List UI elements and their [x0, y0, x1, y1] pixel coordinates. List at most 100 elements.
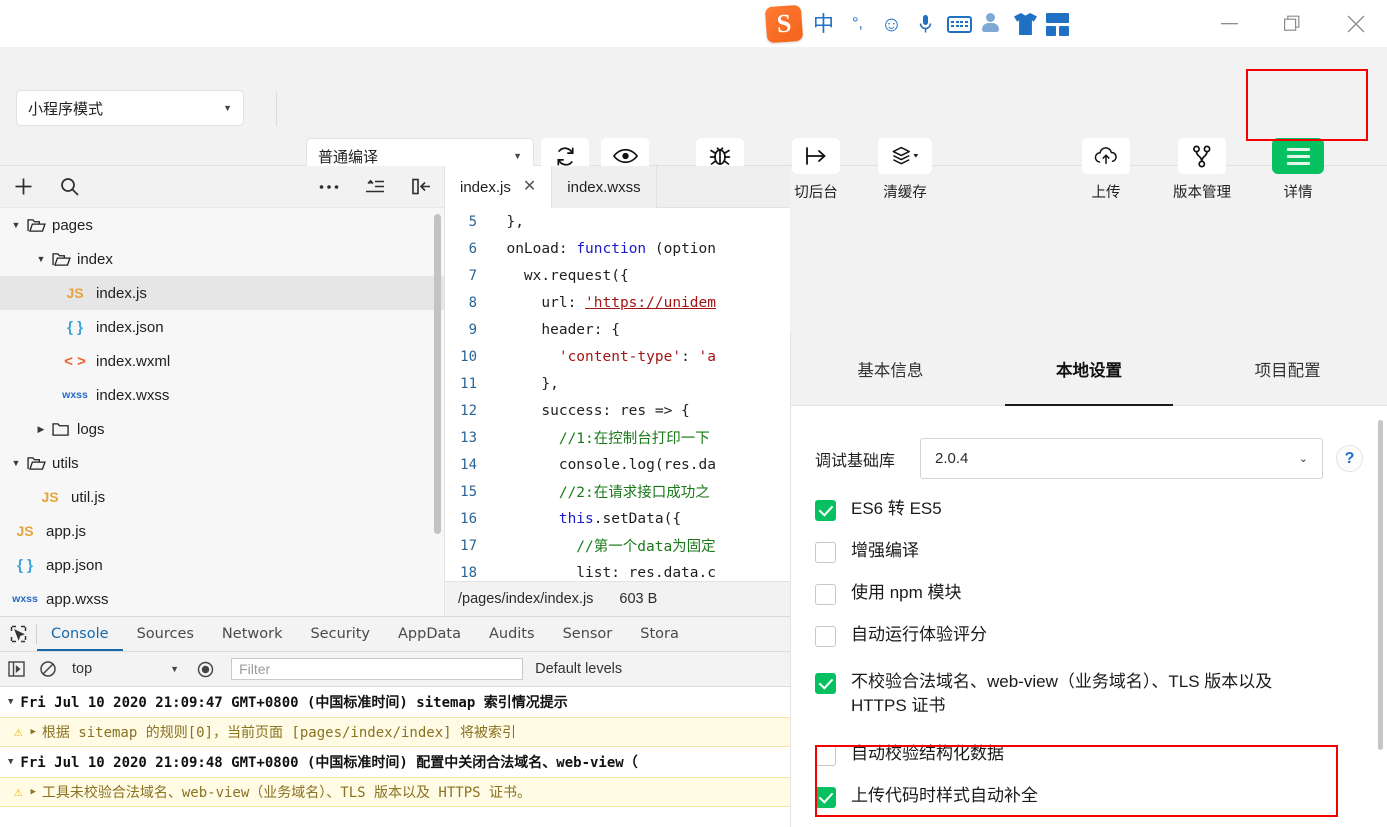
chevron-down-icon[interactable]: ▼ [8, 220, 24, 230]
checkbox-label: 自动运行体验评分 [851, 625, 987, 645]
line-number: 10 [460, 348, 477, 365]
ime-soft-keyboard-icon[interactable] [947, 15, 972, 33]
line-number: 8 [468, 294, 477, 311]
line-content: header: { [489, 321, 620, 338]
editor-tab-index-js[interactable]: index.js ✕ [445, 166, 553, 208]
minimize-button[interactable] [1198, 0, 1261, 47]
tree-file[interactable]: JS util.js [0, 480, 444, 514]
ime-skin-icon[interactable] [1014, 13, 1037, 35]
tree-folder[interactable]: ▶ logs [0, 412, 444, 446]
editor-tab-index-wxss[interactable]: index.wxss [552, 166, 657, 208]
tab-basic-info[interactable]: 基本信息 [791, 332, 990, 406]
tab-project-config[interactable]: 项目配置 [1188, 332, 1387, 406]
setting-checkbox-row[interactable]: 自动运行体验评分 [815, 623, 1363, 648]
clear-console-icon[interactable] [32, 652, 64, 687]
ime-emoji-icon[interactable]: ☺ [879, 11, 904, 37]
mode-select[interactable]: 小程序模式 ▼ [16, 90, 244, 126]
ime-user-account-icon[interactable] [981, 12, 1005, 36]
tree-item-label: index.wxml [96, 352, 171, 370]
setting-checkbox-row[interactable]: 上传代码时样式自动补全 [815, 784, 1363, 808]
line-content: success: res => { [489, 402, 690, 419]
setting-checkbox-row[interactable]: ES6 转 ES5 [815, 497, 1363, 521]
sogou-ime-toolbar: S 中 °, ☺ [764, 2, 1069, 46]
search-icon[interactable] [46, 166, 92, 208]
line-number: 7 [468, 267, 477, 284]
toggle-panel-icon[interactable] [398, 166, 444, 208]
details-panel-scrollbar[interactable] [1378, 420, 1383, 750]
checkbox[interactable] [815, 584, 836, 606]
checkbox[interactable] [815, 500, 836, 521]
setting-checkbox-row[interactable]: 增强编译 [815, 539, 1363, 564]
tree-folder[interactable]: ▼ pages [0, 208, 444, 242]
devtools-tab-sources[interactable]: Sources [123, 617, 208, 651]
console-group-header[interactable]: ▼ Fri Jul 10 2020 21:09:47 GMT+0800 (中国标准… [0, 687, 790, 717]
checkbox[interactable] [815, 626, 836, 648]
settings-checkbox-list: ES6 转 ES5 增强编译使用 npm 模块自动运行体验评分不校验合法域名、we… [815, 497, 1363, 827]
devtools-tab-storage[interactable]: Stora [626, 617, 693, 651]
tree-item-label: pages [52, 216, 93, 234]
chevron-right-icon[interactable]: ▶ [33, 424, 49, 435]
chevron-down-icon[interactable]: ▼ [33, 254, 49, 264]
checkbox[interactable] [815, 744, 836, 766]
devtools-tab-network[interactable]: Network [208, 617, 297, 651]
tree-folder[interactable]: ▼ index [0, 242, 444, 276]
tree-file[interactable]: < > index.wxml [0, 344, 444, 378]
tree-file[interactable]: JS app.js [0, 514, 444, 548]
console-context-select[interactable]: top ▼ [72, 661, 179, 677]
close-icon[interactable]: ✕ [523, 179, 536, 195]
console-levels-select[interactable]: Default levels [535, 661, 622, 677]
checkbox[interactable] [815, 786, 836, 808]
ime-voice-input-icon[interactable] [913, 11, 938, 37]
tree-file[interactable]: { } index.json [0, 310, 444, 344]
devtools-tab-console[interactable]: Console [37, 617, 123, 651]
chevron-down-icon[interactable]: ▼ [8, 458, 24, 468]
ime-toolbox-icon[interactable] [1046, 12, 1069, 36]
console-warning-row[interactable]: ⚠ ▶ 根据 sitemap 的规则[0]，当前页面 [pages/index/in… [0, 717, 790, 747]
setting-checkbox-row[interactable]: 使用 npm 模块 [815, 581, 1363, 606]
tree-item-label: app.json [46, 556, 103, 574]
console-settings-eye-icon[interactable] [189, 652, 221, 687]
tree-folder[interactable]: ▼ utils [0, 446, 444, 480]
tree-file[interactable]: { } app.json [0, 548, 444, 582]
console-group-header[interactable]: ▼ Fri Jul 10 2020 21:09:48 GMT+0800 (中国标准… [0, 747, 790, 777]
devtools-tab-audits[interactable]: Audits [475, 617, 549, 651]
ime-chinese-mode-icon[interactable]: 中 [811, 11, 836, 37]
debug-library-value: 2.0.4 [935, 450, 969, 467]
devtools-tab-sensor[interactable]: Sensor [549, 617, 627, 651]
chevron-right-icon[interactable]: ▶ [30, 727, 35, 737]
collapse-all-icon[interactable] [352, 166, 398, 208]
checkbox[interactable] [815, 672, 836, 694]
titlebar: S 中 °, ☺ [0, 0, 1387, 47]
details-tabbar: 基本信息 本地设置 项目配置 [791, 332, 1387, 406]
sogou-logo-icon[interactable]: S [764, 4, 804, 44]
setting-checkbox-row[interactable]: 自动校验结构化数据 [815, 742, 1363, 766]
devtools-tab-security[interactable]: Security [296, 617, 384, 651]
tab-local-settings[interactable]: 本地设置 [990, 332, 1189, 406]
code-area[interactable]: 5 }, 6 onLoad: function (option 7 wx.reque… [445, 208, 790, 581]
inspect-element-icon[interactable] [0, 617, 36, 651]
devtools-tab-appdata[interactable]: AppData [384, 617, 475, 651]
console-sidebar-toggle-icon[interactable] [0, 652, 32, 687]
setting-checkbox-row[interactable]: 不校验合法域名、web-view（业务域名）、TLS 版本以及 HTTPS 证书 [815, 670, 1363, 718]
console-warning-row[interactable]: ⚠ ▶ 工具未校验合法域名、web-view（业务域名）、TLS 版本以及 HTTP… [0, 777, 790, 807]
chevron-down-icon[interactable]: ▼ [8, 757, 13, 767]
close-button[interactable] [1324, 0, 1387, 47]
plus-icon[interactable] [0, 166, 46, 208]
debug-library-select[interactable]: 2.0.4 ⌄ [920, 438, 1323, 479]
toolbar-divider [276, 92, 277, 126]
file-tree-scrollbar[interactable] [434, 214, 441, 534]
chevron-down-icon[interactable]: ▼ [8, 697, 13, 707]
ime-punctuation-icon[interactable]: °, [845, 11, 870, 37]
line-content: //第一个data为固定 [489, 539, 716, 555]
tree-file[interactable]: wxss index.wxss [0, 378, 444, 412]
chevron-right-icon[interactable]: ▶ [30, 787, 35, 797]
tree-file[interactable]: JS index.js [0, 276, 444, 310]
console-filter-input[interactable]: Filter [231, 658, 524, 680]
console-warning-text: 根据 sitemap 的规则[0]，当前页面 [pages/index/inde… [41, 725, 517, 741]
more-icon[interactable] [306, 166, 352, 208]
checkbox[interactable] [815, 542, 836, 564]
tree-file[interactable]: wxss app.wxss [0, 582, 444, 616]
code-line: 16 this.setData({ [445, 505, 790, 532]
restore-button[interactable] [1261, 0, 1324, 47]
help-icon[interactable]: ? [1336, 445, 1363, 472]
